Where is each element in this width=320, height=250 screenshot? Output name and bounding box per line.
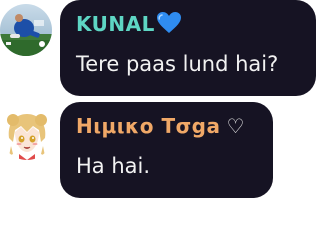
chat-message: Ηιμικο Τσga ♡ Ha hai. <box>0 102 320 200</box>
soccer-player-avatar <box>0 4 52 56</box>
message-bubble[interactable]: KUNAL Tere paas lund hai? <box>60 0 316 96</box>
sender-name-text: KUNAL <box>76 12 155 36</box>
message-text: Tere paas lund hai? <box>76 52 279 76</box>
message-text: Ha hai. <box>76 154 151 178</box>
avatar[interactable] <box>0 4 52 56</box>
avatar[interactable] <box>1 108 53 160</box>
chat-thread: KUNAL Tere paas lund hai? Ηιμικο Τσga ♡ … <box>0 0 320 250</box>
heart-outline-icon: ♡ <box>226 114 245 138</box>
sender-name[interactable]: Ηιμικο Τσga ♡ <box>76 112 245 140</box>
sender-name-text: Ηιμικο Τσga <box>76 114 221 138</box>
blue-heart-icon <box>156 12 181 33</box>
chat-message: KUNAL Tere paas lund hai? <box>0 0 320 98</box>
message-bubble[interactable]: Ηιμικο Τσga ♡ Ha hai. <box>60 102 273 198</box>
anime-girl-avatar <box>1 108 53 160</box>
sender-name[interactable]: KUNAL <box>76 10 182 38</box>
